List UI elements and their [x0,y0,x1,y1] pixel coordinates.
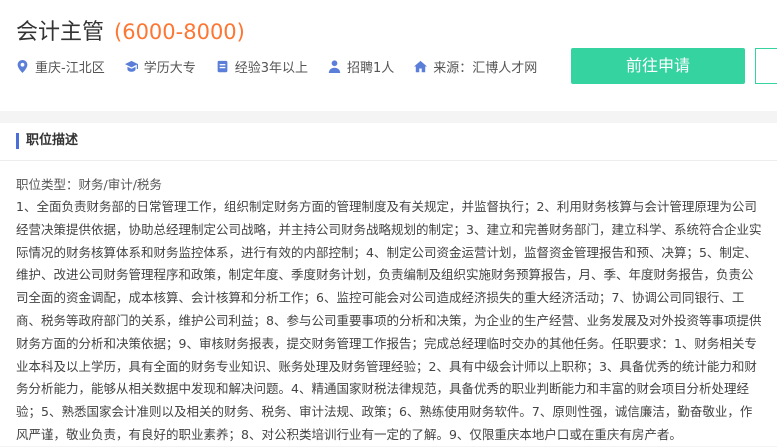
section-title: 职位描述 [16,133,78,149]
graduation-cap-icon [124,60,138,72]
secondary-action-button[interactable] [755,48,777,84]
job-description-text: 1、全面负责财务部的日常管理工作，组织制定财务方面的管理制度及有关规定，并监督执… [16,199,762,442]
meta-education: 学历大专 [124,57,196,76]
meta-headcount: 招聘1人 [328,57,394,76]
meta-location: 重庆-江北区 [16,57,105,76]
education-text: 学历大专 [143,60,196,76]
meta-source: 来源：汇博人才网 [414,57,537,76]
headcount-text: 招聘1人 [347,60,395,76]
location-pin-icon [17,59,28,73]
job-title: 会计主管 [16,20,105,45]
location-text: 重庆-江北区 [35,60,105,76]
source-text: 来源：汇博人才网 [433,60,538,76]
section-divider [0,160,777,161]
home-icon [414,60,428,72]
job-description-section: 职位描述 职位类型：财务/审计/税务 1、全面负责财务部的日常管理工作，组织制定… [0,123,777,446]
job-category: 职位类型：财务/审计/税务 [16,177,162,192]
experience-text: 经验3年以上 [234,60,308,76]
person-icon [328,59,341,73]
document-icon [217,60,228,72]
job-meta: 重庆-江北区 学历大专 经验3年以上 招聘1人 来源：汇博人才网 [16,57,557,76]
job-header: 会计主管 (6000-8000) 重庆-江北区 学历大专 经验3年以上 招聘1人… [0,0,777,111]
salary-range: (6000-8000) [114,20,245,44]
apply-button[interactable]: 前往申请 [571,48,745,84]
meta-experience: 经验3年以上 [216,57,308,76]
title-row: 会计主管 (6000-8000) [16,14,245,46]
